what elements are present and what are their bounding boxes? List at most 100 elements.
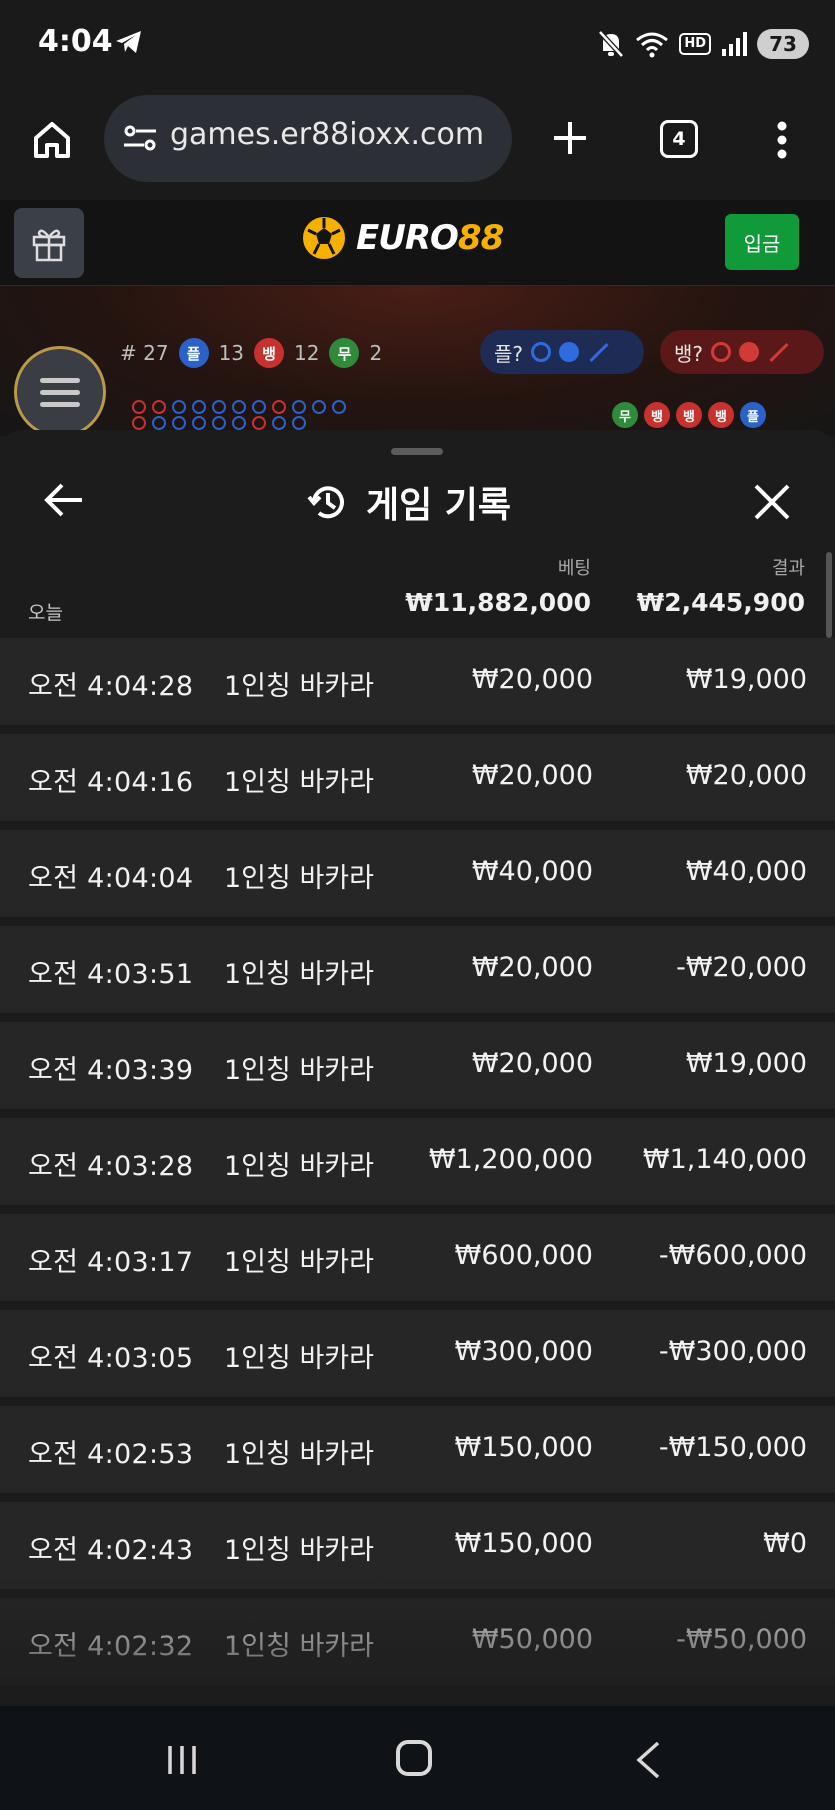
- dot-icon: [739, 342, 760, 362]
- sheet-drag-handle[interactable]: [391, 448, 443, 455]
- more-icon[interactable]: [772, 116, 792, 164]
- slash-icon: [589, 342, 609, 362]
- menu-line-icon: [40, 389, 80, 395]
- row-result: -₩300,000: [658, 1336, 807, 1367]
- road-ring-icon: [252, 400, 266, 414]
- status-icons: HD 73: [597, 24, 809, 64]
- deposit-button[interactable]: 입금: [725, 214, 799, 270]
- bead-road: [132, 400, 602, 430]
- game-history-sheet: 게임 기록 베팅 결과 오늘 ₩11,882,000 ₩2,445,900 오전…: [0, 430, 835, 1706]
- new-tab-icon[interactable]: [546, 114, 594, 162]
- scrollbar[interactable]: [826, 552, 832, 638]
- row-result: ₩1,140,000: [642, 1144, 807, 1175]
- result-badge: 뱅: [644, 402, 670, 428]
- row-time: 오전 4:03:51: [28, 959, 194, 990]
- ring-icon: [531, 342, 552, 362]
- banker-count: 12: [294, 341, 320, 365]
- round-number: # 27: [120, 341, 169, 365]
- road-ring-icon: [252, 416, 266, 430]
- close-icon[interactable]: [752, 482, 792, 522]
- history-row[interactable]: 오전 4:02:53 1인칭 바카라 ₩150,000 -₩150,000: [0, 1406, 835, 1493]
- column-header-bet: 베팅: [557, 558, 591, 579]
- history-row[interactable]: 오전 4:03:05 1인칭 바카라 ₩300,000 -₩300,000: [0, 1310, 835, 1397]
- tabs-icon[interactable]: 4: [660, 120, 698, 158]
- road-ring-icon: [132, 400, 146, 414]
- history-row[interactable]: 오전 4:03:39 1인칭 바카라 ₩20,000 ₩19,000: [0, 1022, 835, 1109]
- row-bet: ₩50,000: [471, 1624, 593, 1655]
- dot-icon: [559, 342, 580, 362]
- road-ring-icon: [312, 400, 326, 414]
- player-badge: 플: [178, 338, 209, 368]
- row-result: -₩50,000: [676, 1624, 807, 1655]
- site-logo[interactable]: EURO88: [300, 214, 504, 262]
- row-game: 1인칭 바카라: [224, 767, 374, 798]
- row-time: 오전 4:04:16: [28, 767, 194, 798]
- road-ring-icon: [232, 416, 246, 430]
- date-label: 오늘: [28, 602, 63, 624]
- row-bet: ₩150,000: [454, 1528, 593, 1559]
- tie-badge: 무: [329, 338, 360, 368]
- row-time: 오전 4:03:17: [28, 1247, 194, 1278]
- address-bar[interactable]: games.er88ioxx.com: [104, 95, 512, 182]
- road-ring-icon: [172, 416, 186, 430]
- history-row[interactable]: 오전 4:04:28 1인칭 바카라 ₩20,000 ₩19,000: [0, 638, 835, 725]
- road-ring-icon: [152, 400, 166, 414]
- row-game: 1인칭 바카라: [224, 863, 374, 894]
- history-row[interactable]: 오전 4:03:17 1인칭 바카라 ₩600,000 -₩600,000: [0, 1214, 835, 1301]
- game-area: # 27 플 13 뱅 12 무 2 플? 뱅? 무 뱅 뱅 뱅 플: [0, 286, 835, 438]
- row-bet: ₩20,000: [471, 952, 593, 983]
- site-settings-icon[interactable]: [122, 122, 158, 154]
- ask-player-label: 플?: [494, 341, 524, 366]
- result-badge: 뱅: [708, 402, 734, 428]
- back-arrow-icon[interactable]: [42, 480, 86, 520]
- history-row[interactable]: 오전 4:03:28 1인칭 바카라 ₩1,200,000 ₩1,140,000: [0, 1118, 835, 1205]
- url-text[interactable]: games.er88ioxx.com: [170, 117, 502, 152]
- history-row[interactable]: 오전 4:04:16 1인칭 바카라 ₩20,000 ₩20,000: [0, 734, 835, 821]
- result-badge: 뱅: [676, 402, 702, 428]
- row-time: 오전 4:03:28: [28, 1151, 194, 1182]
- road-ring-icon: [292, 400, 306, 414]
- home-button-icon[interactable]: [396, 1740, 432, 1776]
- ring-icon: [711, 342, 732, 362]
- game-menu-button[interactable]: [14, 346, 106, 438]
- menu-line-icon: [40, 401, 80, 407]
- total-result: ₩2,445,900: [636, 588, 805, 617]
- history-list: 오전 4:04:28 1인칭 바카라 ₩20,000 ₩19,000 오전 4:…: [0, 638, 835, 1694]
- ask-banker-button[interactable]: 뱅?: [660, 330, 824, 374]
- home-icon[interactable]: [30, 118, 74, 162]
- history-row[interactable]: 오전 4:03:51 1인칭 바카라 ₩20,000 -₩20,000: [0, 926, 835, 1013]
- ask-banker-label: 뱅?: [674, 341, 704, 366]
- hd-icon: HD: [679, 33, 711, 55]
- row-bet: ₩20,000: [471, 1048, 593, 1079]
- history-row[interactable]: 오전 4:04:04 1인칭 바카라 ₩40,000 ₩40,000: [0, 830, 835, 917]
- recent-apps-icon[interactable]: [164, 1742, 200, 1778]
- slash-icon: [769, 342, 789, 362]
- history-row[interactable]: 오전 4:02:43 1인칭 바카라 ₩150,000 ₩0: [0, 1502, 835, 1589]
- browser-toolbar: games.er88ioxx.com 4: [0, 88, 835, 200]
- row-result: ₩0: [763, 1528, 807, 1559]
- result-badge: 무: [612, 402, 638, 428]
- road-ring-icon: [212, 416, 226, 430]
- gift-button[interactable]: [14, 208, 84, 278]
- row-time: 오전 4:03:05: [28, 1343, 194, 1374]
- row-bet: ₩20,000: [471, 664, 593, 695]
- row-game: 1인칭 바카라: [224, 1439, 374, 1470]
- row-result: ₩20,000: [685, 760, 807, 791]
- road-ring-icon: [132, 416, 146, 430]
- road-ring-icon: [172, 400, 186, 414]
- history-row[interactable]: 오전 4:02:32 1인칭 바카라 ₩50,000 -₩50,000: [0, 1598, 835, 1685]
- mute-icon: [598, 30, 625, 58]
- back-icon[interactable]: [634, 1740, 662, 1780]
- row-result: -₩20,000: [676, 952, 807, 983]
- road-ring-icon: [152, 416, 166, 430]
- row-bet: ₩1,200,000: [428, 1144, 593, 1175]
- signal-icon: [722, 32, 747, 56]
- row-game: 1인칭 바카라: [224, 1151, 374, 1182]
- row-time: 오전 4:02:32: [28, 1631, 194, 1662]
- wifi-icon: [636, 32, 669, 58]
- road-ring-icon: [232, 400, 246, 414]
- ask-player-button[interactable]: 플?: [480, 330, 644, 374]
- row-time: 오전 4:03:39: [28, 1055, 194, 1086]
- row-bet: ₩600,000: [454, 1240, 593, 1271]
- history-icon: [307, 486, 344, 519]
